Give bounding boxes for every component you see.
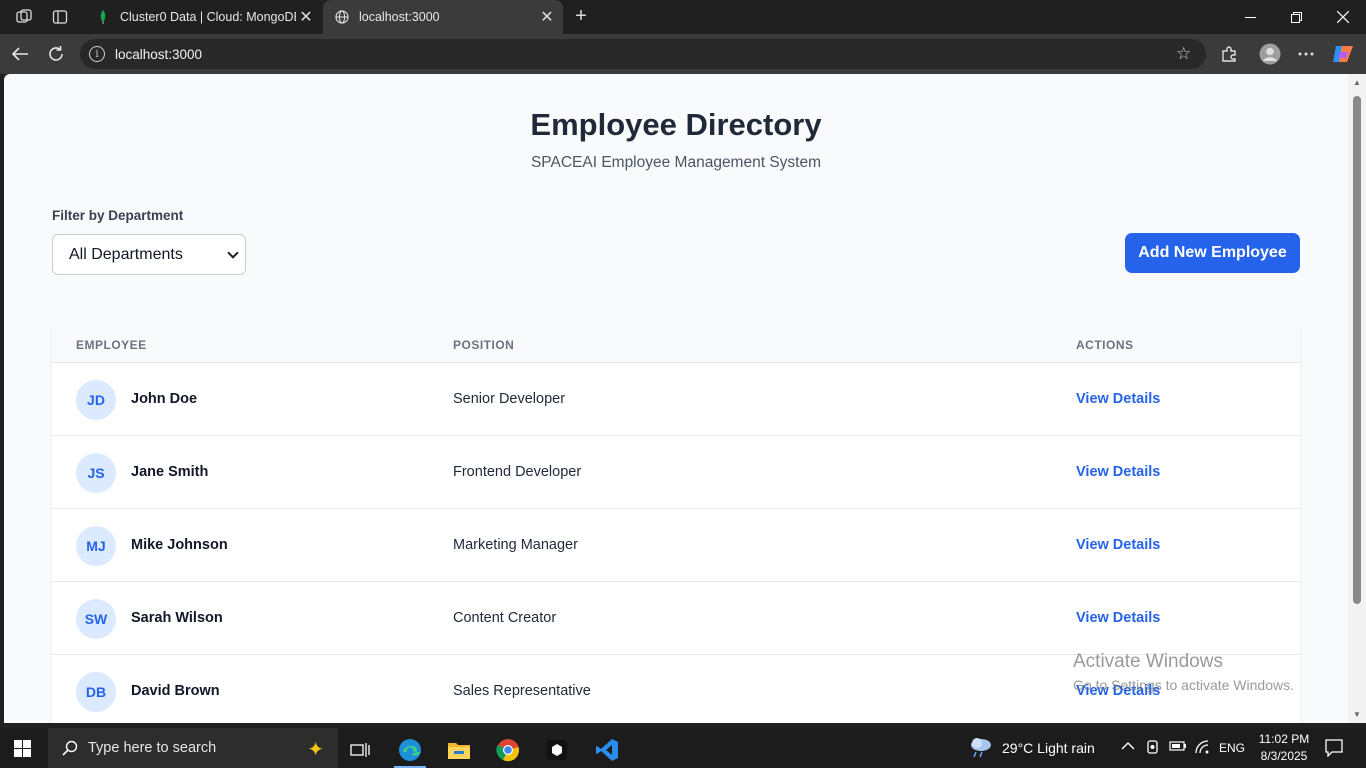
browser-toolbar: i localhost:3000 ☆ [0, 34, 1366, 74]
scrollbar-thumb[interactable] [1353, 96, 1361, 604]
avatar: JS [76, 453, 116, 493]
site-info-icon[interactable]: i [89, 46, 105, 62]
windows-taskbar: Type here to search ✦ 29°C Light rain EN… [0, 728, 1366, 768]
employee-position: Marketing Manager [453, 537, 578, 553]
favorite-star-icon[interactable]: ☆ [1176, 44, 1196, 64]
view-details-link[interactable]: View Details [1076, 537, 1160, 553]
battery-icon[interactable] [1169, 740, 1187, 755]
close-window-icon[interactable] [1320, 0, 1366, 34]
address-bar[interactable]: i localhost:3000 ☆ [80, 39, 1206, 69]
refresh-icon[interactable] [44, 42, 68, 66]
edge-browser-icon[interactable] [390, 732, 430, 768]
file-explorer-icon[interactable] [439, 732, 479, 768]
taskbar-clock[interactable]: 11:02 PM 8/3/2025 [1254, 731, 1314, 765]
notification-icon[interactable] [1325, 739, 1343, 760]
vscode-icon[interactable] [587, 732, 627, 768]
extensions-icon[interactable] [1217, 42, 1241, 66]
terminal-app-icon[interactable] [537, 732, 577, 768]
tab-localhost[interactable]: localhost:3000 ✕ [323, 0, 563, 34]
copilot-icon[interactable] [1331, 42, 1355, 66]
scroll-down-icon[interactable]: ▼ [1352, 710, 1362, 719]
chevron-down-icon [227, 247, 239, 259]
watermark-title: Activate Windows [1073, 651, 1223, 672]
weather-text[interactable]: 29°C Light rain [1002, 740, 1095, 756]
more-menu-icon[interactable] [1294, 42, 1318, 66]
employee-name: Sarah Wilson [131, 610, 223, 626]
department-filter-select[interactable]: All Departments [52, 234, 246, 275]
tab-mongodb[interactable]: Cluster0 Data | Cloud: MongoDB Cloud ✕ [84, 0, 322, 34]
table-row: SW Sarah Wilson Content Creator View Det… [52, 582, 1300, 655]
back-arrow-icon[interactable] [8, 42, 32, 66]
employee-name: Jane Smith [131, 464, 209, 480]
department-filter-label: Filter by Department [52, 208, 184, 223]
table-row: JD John Doe Senior Developer View Detail… [52, 363, 1300, 436]
chevron-up-icon[interactable] [1121, 739, 1135, 754]
minimize-icon[interactable] [1227, 0, 1273, 34]
page-viewport: Employee Directory SPACEAI Employee Mana… [4, 74, 1348, 723]
employee-position: Sales Representative [453, 683, 591, 699]
workspaces-icon[interactable] [14, 7, 34, 27]
table-header: EMPLOYEE POSITION ACTIONS [52, 326, 1300, 363]
employee-name: John Doe [131, 391, 198, 407]
windows-start-icon[interactable] [14, 740, 31, 757]
view-details-link[interactable]: View Details [1076, 464, 1160, 480]
search-icon [60, 738, 80, 758]
view-details-link[interactable]: View Details [1076, 610, 1160, 626]
tab-title: Cluster0 Data | Cloud: MongoDB Cloud [120, 10, 296, 24]
copilot-sparkle-icon: ✦ [307, 739, 324, 761]
taskbar-search-placeholder: Type here to search [88, 740, 217, 756]
clock-date: 8/3/2025 [1260, 749, 1308, 763]
tab-title: localhost:3000 [359, 10, 440, 24]
avatar: MJ [76, 526, 116, 566]
mongodb-leaf-icon [96, 10, 110, 24]
weather-icon[interactable] [968, 736, 994, 761]
restore-icon[interactable] [1273, 0, 1319, 34]
language-indicator[interactable]: ENG [1219, 741, 1245, 755]
table-row: MJ Mike Johnson Marketing Manager View D… [52, 509, 1300, 582]
profile-avatar-icon[interactable] [1258, 42, 1282, 66]
avatar: SW [76, 599, 116, 639]
employee-position: Content Creator [453, 610, 557, 626]
avatar: JD [76, 380, 116, 420]
clock-time: 11:02 PM [1258, 732, 1310, 746]
vertical-tabs-icon[interactable] [50, 7, 70, 27]
column-header-position: POSITION [453, 338, 515, 352]
task-view-icon[interactable] [340, 732, 380, 768]
globe-icon [335, 10, 349, 24]
address-url[interactable]: localhost:3000 [115, 47, 1176, 62]
taskbar-search-box[interactable]: Type here to search ✦ [48, 728, 338, 768]
employee-position: Senior Developer [453, 391, 566, 407]
employee-position: Frontend Developer [453, 464, 582, 480]
employee-name: Mike Johnson [131, 537, 228, 553]
browser-tab-bar: Cluster0 Data | Cloud: MongoDB Cloud ✕ l… [0, 0, 1366, 34]
view-details-link[interactable]: View Details [1076, 391, 1160, 407]
page-scrollbar[interactable]: ▲ ▼ [1348, 74, 1366, 723]
new-tab-button[interactable]: + [570, 5, 592, 27]
page-title: Employee Directory [530, 107, 822, 142]
activate-windows-watermark: Activate Windows Go to Settings to activ… [1073, 651, 1294, 693]
column-header-employee: EMPLOYEE [76, 338, 147, 352]
watermark-subtitle: Go to Settings to activate Windows. [1073, 677, 1294, 693]
wifi-icon[interactable] [1194, 739, 1210, 758]
scroll-up-icon[interactable]: ▲ [1352, 78, 1362, 87]
department-filter-value: All Departments [69, 245, 183, 263]
column-header-actions: ACTIONS [1076, 338, 1134, 352]
avatar: DB [76, 672, 116, 712]
table-row: JS Jane Smith Frontend Developer View De… [52, 436, 1300, 509]
employee-name: David Brown [131, 683, 220, 699]
close-tab-icon[interactable]: ✕ [296, 7, 316, 27]
close-tab-icon[interactable]: ✕ [537, 7, 557, 27]
page-subtitle: SPACEAI Employee Management System [530, 154, 822, 171]
meet-now-icon[interactable] [1145, 739, 1161, 758]
chrome-icon[interactable] [488, 732, 528, 768]
add-new-employee-button[interactable]: Add New Employee [1125, 233, 1300, 273]
